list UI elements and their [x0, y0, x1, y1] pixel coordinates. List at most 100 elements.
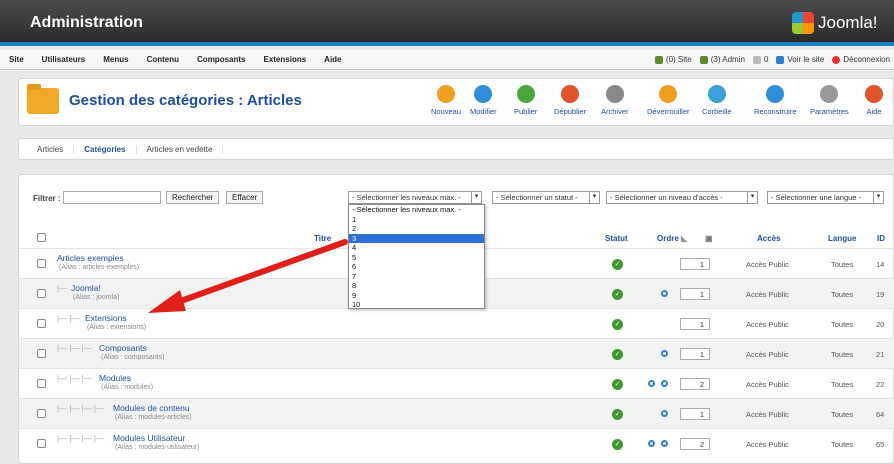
status-messages[interactable]: 0 [752, 55, 768, 64]
toolbar-button-reconstruire[interactable]: Reconstruire [754, 85, 797, 116]
category-title-link[interactable]: Modules Utilisateur [113, 433, 185, 443]
menu-item-6[interactable]: Aide [315, 55, 350, 64]
access-level: Accès Public [746, 410, 789, 419]
status-bar: (0) Site (3) Admin 0 Voir le site Déconn… [654, 55, 890, 64]
dropdown-option[interactable]: 5 [349, 253, 484, 263]
dropdown-option[interactable]: 9 [349, 291, 484, 301]
search-button[interactable]: Rechercher [166, 191, 220, 204]
order-up-icon[interactable] [661, 290, 668, 297]
menu-item-0[interactable]: Site [0, 55, 33, 64]
col-titre[interactable]: Titre [314, 234, 331, 243]
order-up-icon[interactable] [648, 440, 655, 447]
published-check-icon[interactable]: ✓ [612, 289, 623, 300]
clear-button[interactable]: Effacer [226, 191, 264, 204]
order-up-icon[interactable] [661, 350, 668, 357]
status-admin[interactable]: (3) Admin [699, 55, 745, 64]
col-langue[interactable]: Langue [828, 234, 856, 243]
order-down-icon[interactable] [661, 380, 668, 387]
row-checkbox[interactable] [37, 349, 46, 358]
row-checkbox[interactable] [37, 439, 46, 448]
folder-icon [27, 84, 59, 114]
toolbar-button-modifier[interactable]: Modifier [470, 85, 497, 116]
order-input[interactable]: 1 [680, 288, 710, 300]
dropdown-option[interactable]: 6 [349, 262, 484, 272]
view-site-link[interactable]: Voir le site [776, 55, 824, 64]
row-checkbox[interactable] [37, 319, 46, 328]
filter-search-input[interactable] [63, 191, 161, 204]
toolbar-button-aide[interactable]: Aide [865, 85, 883, 116]
toolbar-button-publier[interactable]: Publier [514, 85, 537, 116]
published-check-icon[interactable]: ✓ [612, 349, 623, 360]
select-all-checkbox[interactable] [37, 233, 46, 242]
status-site[interactable]: (0) Site [654, 55, 692, 64]
category-title-link[interactable]: Composants [99, 343, 147, 353]
dropdown-option[interactable]: 4 [349, 243, 484, 253]
menu-item-4[interactable]: Composants [188, 55, 254, 64]
menu-item-1[interactable]: Utilisateurs [33, 55, 95, 64]
toolbar-button-déverrouiller[interactable]: Déverrouiller [647, 85, 690, 116]
toolbar-button-label: Reconstruire [754, 107, 797, 116]
category-title-link[interactable]: Extensions [85, 313, 127, 323]
order-input[interactable]: 1 [680, 348, 710, 360]
dropdown-option[interactable]: 10 [349, 300, 484, 310]
tab-2[interactable]: Articles en vedette [137, 144, 224, 154]
levels-dropdown-list[interactable]: - Sélectionner les niveaux max. -1234567… [348, 204, 485, 309]
published-check-icon[interactable]: ✓ [612, 409, 623, 420]
dropdown-option[interactable]: 7 [349, 272, 484, 282]
status-select[interactable]: - Sélectionner un statut - ▾ [492, 191, 600, 204]
toolbar-button-label: Publier [514, 107, 538, 116]
toolbar-button-corbeille[interactable]: Corbeille [702, 85, 732, 116]
category-title-link[interactable]: Modules de contenu [113, 403, 190, 413]
order-input[interactable]: 1 [680, 408, 710, 420]
logout-link[interactable]: Déconnexion [832, 55, 890, 64]
toolbar-button-archiver[interactable]: Archiver [601, 85, 629, 116]
save-order-icon[interactable]: ▣ [705, 234, 713, 243]
logo-text: Joomla! [818, 13, 878, 32]
category-title-link[interactable]: Modules [99, 373, 131, 383]
order-down-icon[interactable] [661, 440, 668, 447]
language-value: Toutes [831, 410, 854, 419]
col-ordre[interactable]: Ordre [657, 234, 679, 243]
order-input[interactable]: 1 [680, 318, 710, 330]
dropdown-option[interactable]: 2 [349, 224, 484, 234]
levels-select[interactable]: - Sélectionner les niveaux max. - ▾ [348, 191, 482, 204]
category-title-link[interactable]: Articles exemples [57, 253, 124, 263]
tab-1[interactable]: Catégories [74, 144, 137, 154]
row-checkbox[interactable] [37, 409, 46, 418]
menu-item-3[interactable]: Contenu [138, 55, 188, 64]
menu-item-5[interactable]: Extensions [254, 55, 315, 64]
row-checkbox[interactable] [37, 379, 46, 388]
dropdown-option[interactable]: 8 [349, 281, 484, 291]
published-check-icon[interactable]: ✓ [612, 319, 623, 330]
published-check-icon[interactable]: ✓ [612, 439, 623, 450]
col-statut[interactable]: Statut [605, 234, 628, 243]
col-acces[interactable]: Accès [757, 234, 781, 243]
dropdown-option[interactable]: - Sélectionner les niveaux max. - [349, 205, 484, 215]
monitor-icon [776, 55, 785, 64]
toolbar-button-dépublier[interactable]: Dépublier [554, 85, 586, 116]
dropdown-option[interactable]: 3 [349, 233, 484, 243]
col-id[interactable]: ID [877, 234, 885, 243]
language-value: Toutes [831, 290, 854, 299]
category-title-link[interactable]: Joomla! [71, 283, 101, 293]
published-check-icon[interactable]: ✓ [612, 259, 623, 270]
row-checkbox[interactable] [37, 289, 46, 298]
order-input[interactable]: 2 [680, 378, 710, 390]
order-input[interactable]: 2 [680, 438, 710, 450]
refresh-icon [766, 85, 785, 103]
menu-item-2[interactable]: Menus [94, 55, 137, 64]
access-select[interactable]: - Sélectionner un niveau d'accès - ▾ [606, 191, 758, 204]
language-select[interactable]: - Sélectionner une langue - ▾ [767, 191, 884, 204]
sort-icon[interactable]: ◣ [681, 234, 687, 243]
published-check-icon[interactable]: ✓ [612, 379, 623, 390]
dropdown-option[interactable]: 1 [349, 215, 484, 225]
row-checkbox[interactable] [37, 259, 46, 268]
tab-0[interactable]: Articles [27, 144, 75, 154]
joomla-logo-icon [792, 12, 814, 34]
access-level: Accès Public [746, 260, 789, 269]
order-input[interactable]: 1 [680, 258, 710, 270]
toolbar-button-paramtres[interactable]: Paramètres [810, 85, 849, 116]
toolbar-button-nouveau[interactable]: Nouveau [431, 85, 461, 116]
order-up-icon[interactable] [648, 380, 655, 387]
order-up-icon[interactable] [661, 410, 668, 417]
